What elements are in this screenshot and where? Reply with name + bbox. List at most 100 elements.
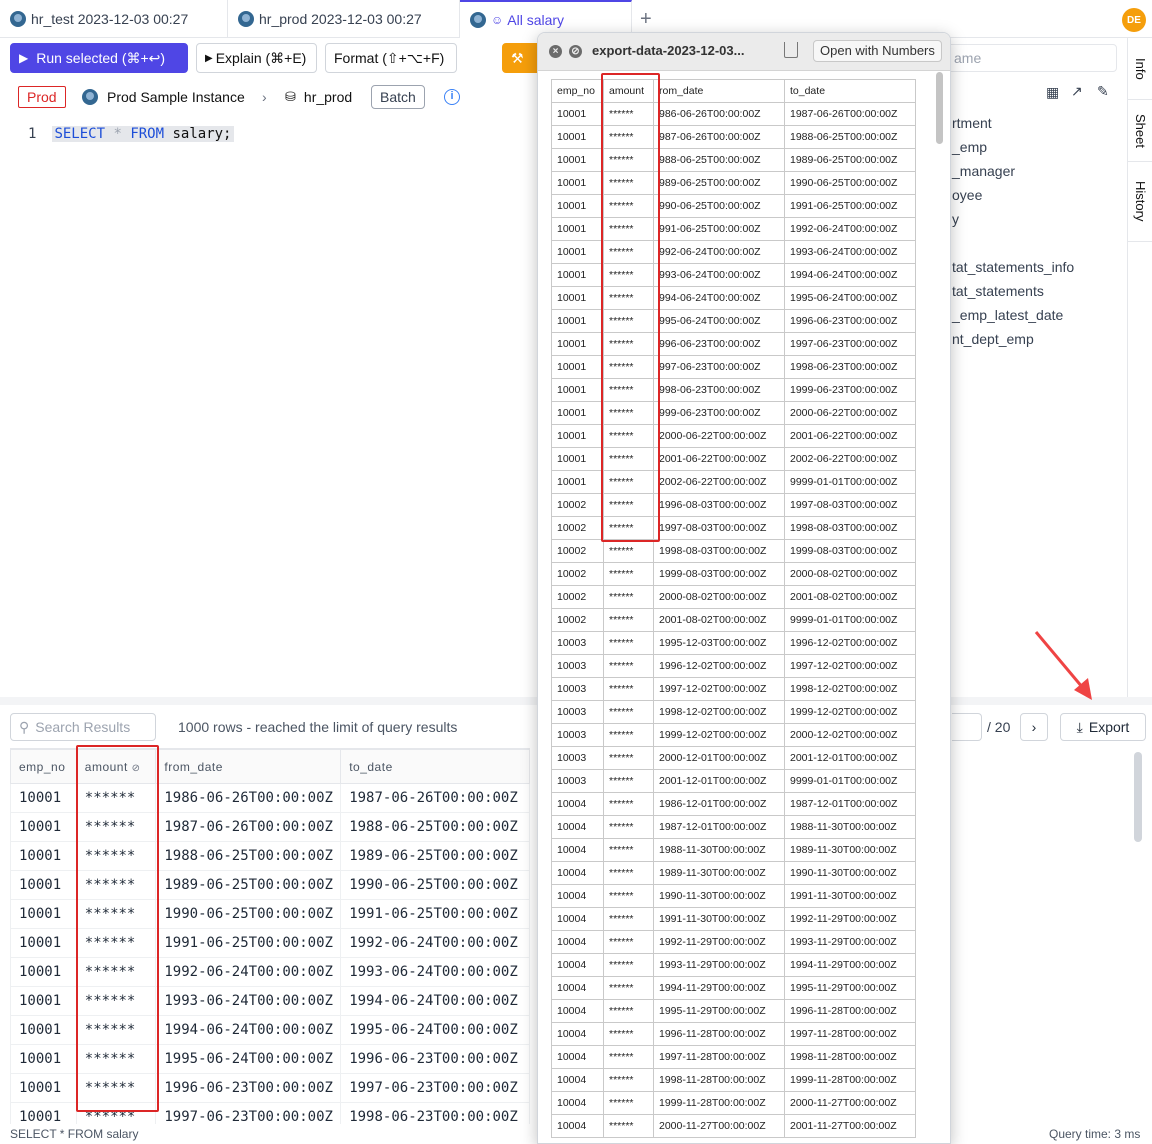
schema-item[interactable]: oyee bbox=[952, 187, 982, 203]
table-cell[interactable]: 10001 bbox=[10, 1044, 77, 1074]
table-cell[interactable]: ****** bbox=[75, 783, 157, 813]
avatar[interactable]: DE bbox=[1122, 8, 1146, 32]
table-row[interactable]: 10001 ****** 1997-06-23T00:00:00Z 1998-06-2… bbox=[10, 1102, 530, 1124]
table-cell[interactable]: 1992-06-24T00:00:00Z bbox=[155, 957, 342, 987]
col-header-from-date[interactable]: from_date bbox=[155, 749, 342, 784]
schema-item[interactable]: tat_statements_info bbox=[952, 259, 1074, 275]
table-row[interactable]: 10001 ****** 1992-06-24T00:00:00Z 1993-06-2… bbox=[10, 957, 530, 987]
format-button[interactable]: Format (⇧+⌥+F) bbox=[325, 43, 457, 73]
table-row[interactable]: 10001 ****** 1996-06-23T00:00:00Z 1997-06-2… bbox=[10, 1073, 530, 1103]
table-cell[interactable]: 1994-06-24T00:00:00Z bbox=[155, 1015, 342, 1045]
table-row[interactable]: 10001 ****** 1990-06-25T00:00:00Z 1991-06-2… bbox=[10, 899, 530, 929]
table-cell[interactable]: ****** bbox=[75, 841, 157, 871]
instance-crumb[interactable]: Prod Sample Instance bbox=[82, 86, 245, 108]
table-cell[interactable]: ****** bbox=[75, 1073, 157, 1103]
table-row[interactable]: 10001 ****** 1994-06-24T00:00:00Z 1995-06-2… bbox=[10, 1015, 530, 1045]
tab-sheet[interactable]: Sheet bbox=[1128, 100, 1152, 162]
table-row[interactable]: 10001 ****** 1988-06-25T00:00:00Z 1989-06-2… bbox=[10, 841, 530, 871]
tab-hr-test[interactable]: hr_test 2023-12-03 00:27 bbox=[0, 0, 228, 38]
table-cell[interactable]: ****** bbox=[75, 957, 157, 987]
tab-history[interactable]: History bbox=[1128, 162, 1152, 242]
table-row[interactable]: 10001 ****** 1987-06-26T00:00:00Z 1988-06-2… bbox=[10, 812, 530, 842]
sql-editor[interactable]: 1 SELECT * FROM salary; bbox=[28, 124, 234, 144]
table-cell[interactable]: 1991-06-25T00:00:00Z bbox=[155, 928, 342, 958]
schema-item[interactable]: _manager bbox=[952, 163, 1015, 179]
table-cell[interactable]: 10001 bbox=[10, 1015, 77, 1045]
table-cell[interactable]: 1993-06-24T00:00:00Z bbox=[340, 957, 530, 987]
schema-diagram-icon[interactable]: ▦ bbox=[1046, 84, 1059, 101]
table-cell[interactable]: 1995-06-24T00:00:00Z bbox=[155, 1044, 342, 1074]
table-cell[interactable]: 1991-06-25T00:00:00Z bbox=[340, 899, 530, 929]
table-cell[interactable]: ****** bbox=[75, 1015, 157, 1045]
table-cell[interactable]: ****** bbox=[75, 870, 157, 900]
table-cell[interactable]: 10001 bbox=[10, 841, 77, 871]
table-cell[interactable]: ****** bbox=[75, 986, 157, 1016]
edit-icon[interactable]: ✎ bbox=[1097, 83, 1109, 100]
table-cell[interactable]: 1997-06-23T00:00:00Z bbox=[340, 1073, 530, 1103]
table-cell[interactable]: 1993-06-24T00:00:00Z bbox=[155, 986, 342, 1016]
table-cell[interactable]: 1988-06-25T00:00:00Z bbox=[155, 841, 342, 871]
table-row[interactable]: 10001 ****** 1991-06-25T00:00:00Z 1992-06-2… bbox=[10, 928, 530, 958]
page-input[interactable] bbox=[952, 713, 982, 741]
schema-item[interactable]: tat_statements bbox=[952, 283, 1044, 299]
table-cell[interactable]: 10001 bbox=[10, 1102, 77, 1124]
table-cell[interactable]: 10001 bbox=[10, 986, 77, 1016]
table-cell[interactable]: 10001 bbox=[10, 928, 77, 958]
table-cell[interactable]: 1989-06-25T00:00:00Z bbox=[155, 870, 342, 900]
database-crumb[interactable]: ⛁ hr_prod bbox=[285, 86, 352, 108]
table-row[interactable]: 10001 ****** 1986-06-26T00:00:00Z 1987-06-2… bbox=[10, 783, 530, 813]
info-icon[interactable]: i bbox=[444, 89, 460, 105]
external-link-icon[interactable]: ↗ bbox=[1071, 83, 1083, 100]
table-cell[interactable]: 10001 bbox=[10, 899, 77, 929]
results-search-input[interactable]: ⚲ Search Results bbox=[10, 713, 156, 741]
schema-search-input[interactable]: ame bbox=[945, 44, 1117, 72]
table-cell[interactable]: 1992-06-24T00:00:00Z bbox=[340, 928, 530, 958]
table-cell[interactable]: 1987-06-26T00:00:00Z bbox=[340, 783, 530, 813]
table-cell[interactable]: 10001 bbox=[10, 957, 77, 987]
table-cell[interactable]: 1990-06-25T00:00:00Z bbox=[155, 899, 342, 929]
tab-hr-prod[interactable]: hr_prod 2023-12-03 00:27 bbox=[228, 0, 460, 38]
table-cell[interactable]: 10001 bbox=[10, 783, 77, 813]
add-tab-icon[interactable]: + bbox=[640, 8, 652, 31]
table-cell[interactable]: 1988-06-25T00:00:00Z bbox=[340, 812, 530, 842]
explain-button[interactable]: ▶ Explain (⌘+E) bbox=[196, 43, 317, 73]
table-cell[interactable]: 1989-06-25T00:00:00Z bbox=[340, 841, 530, 871]
table-cell[interactable]: 1996-06-23T00:00:00Z bbox=[340, 1044, 530, 1074]
col-header-to-date[interactable]: to_date bbox=[340, 749, 530, 784]
schema-item[interactable]: rtment bbox=[952, 115, 992, 131]
table-cell[interactable]: ****** bbox=[75, 899, 157, 929]
table-row[interactable]: 10001 ****** 1989-06-25T00:00:00Z 1990-06-2… bbox=[10, 870, 530, 900]
table-cell[interactable]: 10001 bbox=[10, 870, 77, 900]
table-cell[interactable]: 1995-06-24T00:00:00Z bbox=[340, 1015, 530, 1045]
table-cell[interactable]: ****** bbox=[75, 1044, 157, 1074]
table-cell[interactable]: ****** bbox=[75, 1102, 157, 1124]
run-selected-button[interactable]: ▶ Run selected (⌘+↩) bbox=[10, 43, 188, 73]
col-header-amount[interactable]: amount ⊘ bbox=[75, 749, 157, 784]
share-icon[interactable] bbox=[784, 42, 798, 58]
col-header-emp-no[interactable]: emp_no bbox=[10, 749, 77, 784]
table-cell[interactable]: 1996-06-23T00:00:00Z bbox=[155, 1073, 342, 1103]
preview-scrollbar[interactable] bbox=[936, 72, 943, 144]
table-cell[interactable]: ****** bbox=[75, 812, 157, 842]
admin-button[interactable]: ⚒ bbox=[502, 43, 542, 73]
schema-item[interactable]: nt_dept_emp bbox=[952, 331, 1034, 347]
table-cell[interactable]: 1990-06-25T00:00:00Z bbox=[340, 870, 530, 900]
batch-button[interactable]: Batch bbox=[371, 85, 425, 109]
next-page-button[interactable]: › bbox=[1020, 713, 1048, 741]
table-cell[interactable]: 10001 bbox=[10, 812, 77, 842]
table-cell[interactable]: 10001 bbox=[10, 1073, 77, 1103]
schema-item[interactable]: y bbox=[952, 211, 959, 227]
results-scrollbar[interactable] bbox=[1134, 752, 1142, 842]
fullscreen-icon[interactable]: ⊘ bbox=[569, 45, 582, 58]
table-cell[interactable]: 1994-06-24T00:00:00Z bbox=[340, 986, 530, 1016]
table-row[interactable]: 10001 ****** 1993-06-24T00:00:00Z 1994-06-2… bbox=[10, 986, 530, 1016]
table-cell[interactable]: 1998-06-23T00:00:00Z bbox=[340, 1102, 530, 1124]
table-cell[interactable]: ****** bbox=[75, 928, 157, 958]
table-cell[interactable]: 1986-06-26T00:00:00Z bbox=[155, 783, 342, 813]
table-cell[interactable]: 1997-06-23T00:00:00Z bbox=[155, 1102, 342, 1124]
open-with-numbers-button[interactable]: Open with Numbers bbox=[813, 40, 942, 62]
table-row[interactable]: 10001 ****** 1995-06-24T00:00:00Z 1996-06-2… bbox=[10, 1044, 530, 1074]
close-icon[interactable]: × bbox=[549, 45, 562, 58]
table-cell[interactable]: 1987-06-26T00:00:00Z bbox=[155, 812, 342, 842]
schema-item[interactable]: _emp bbox=[952, 139, 987, 155]
